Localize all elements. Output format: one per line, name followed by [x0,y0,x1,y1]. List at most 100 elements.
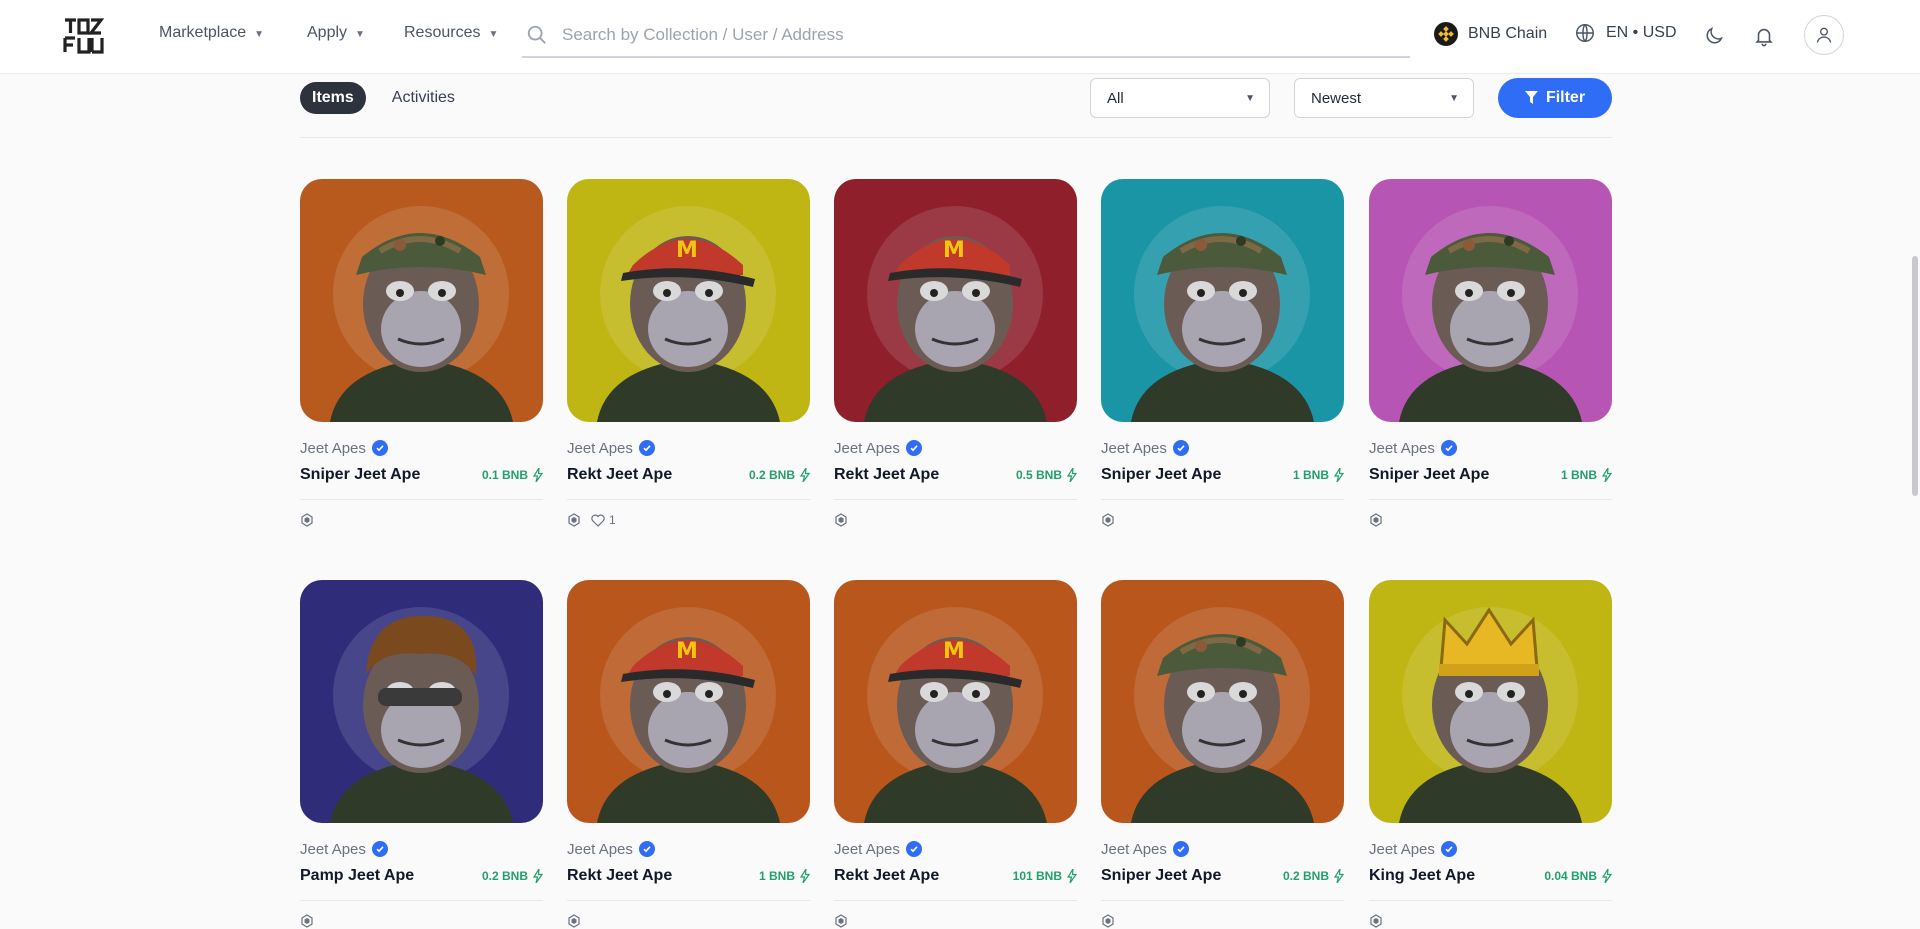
card-divider [300,499,543,500]
nft-name[interactable]: King Jeet Ape [1369,867,1475,885]
verified-badge-icon [905,440,922,456]
collection-name[interactable]: Jeet Apes [834,839,1077,859]
bnb-chain-icon [1370,914,1382,928]
search-input[interactable] [562,25,1382,45]
nav-marketplace[interactable]: Marketplace ▼ [159,24,264,42]
nft-price: 1 BNB [1561,468,1612,482]
collection-name[interactable]: Jeet Apes [567,839,810,859]
nft-name[interactable]: Sniper Jeet Ape [1369,466,1489,484]
tab-activities[interactable]: Activities [380,82,467,114]
chevron-down-icon: ▼ [355,28,365,40]
nft-name[interactable]: Rekt Jeet Ape [567,466,672,484]
svg-text:M: M [676,639,698,664]
collection-name[interactable]: Jeet Apes [300,839,543,859]
collection-name[interactable]: Jeet Apes [1101,438,1344,458]
chain-selector[interactable]: BNB Chain [1434,22,1547,46]
bnb-chain-icon [1434,22,1458,46]
card-divider [567,499,810,500]
top-navigation-bar: Marketplace ▼ Apply ▼ Resources ▼ BNB Ch… [0,0,1920,74]
lightning-icon [533,468,543,482]
nft-price: 0.2 BNB [1283,869,1344,883]
sort-select[interactable]: Newest ▼ [1294,78,1474,118]
language-currency-selector[interactable]: EN • USD [1574,22,1677,44]
filter-button[interactable]: Filter [1498,78,1612,118]
page-scrollbar[interactable] [1912,256,1918,496]
toolbar-divider [300,137,1612,138]
lightning-icon [1602,468,1612,482]
nav-resources[interactable]: Resources ▼ [404,24,498,42]
nft-image[interactable]: M [834,179,1077,422]
nft-image[interactable] [300,179,543,422]
nft-image[interactable] [1101,179,1344,422]
nft-image[interactable]: M [567,580,810,823]
collection-label: Jeet Apes [1101,840,1167,858]
price-value: 0.2 BNB [748,468,795,482]
nft-card[interactable]: Jeet Apes Sniper Jeet Ape 0.1 BNB [300,179,543,528]
card-divider [834,900,1077,901]
nav-apply-label: Apply [307,24,348,41]
notifications-button[interactable] [1750,22,1778,50]
like-button[interactable]: 1 [591,513,616,527]
nft-name[interactable]: Sniper Jeet Ape [300,466,420,484]
nft-name[interactable]: Rekt Jeet Ape [567,867,672,885]
lightning-icon [800,869,810,883]
collection-name[interactable]: Jeet Apes [834,438,1077,458]
nft-image[interactable] [1369,179,1612,422]
item-type-value: All [1107,89,1124,107]
nft-name[interactable]: Sniper Jeet Ape [1101,867,1221,885]
card-divider [300,900,543,901]
nft-card[interactable]: Jeet Apes King Jeet Ape 0.04 BNB [1369,580,1612,929]
collection-name[interactable]: Jeet Apes [300,438,543,458]
nft-image[interactable] [1101,580,1344,823]
collection-name[interactable]: Jeet Apes [1369,839,1612,859]
item-type-select[interactable]: All ▼ [1090,78,1270,118]
nft-name[interactable]: Rekt Jeet Ape [834,466,939,484]
svg-text:M: M [676,238,698,263]
card-divider [834,499,1077,500]
card-divider [1101,499,1344,500]
nft-card[interactable]: M Jeet Apes Rekt Jeet Ape 0.2 BNB 1 [567,179,810,528]
price-value: 0.2 BNB [481,869,528,883]
nft-price: 0.2 BNB [749,468,810,482]
collection-label: Jeet Apes [300,439,366,457]
collection-name[interactable]: Jeet Apes [1369,438,1612,458]
sort-value: Newest [1311,89,1362,107]
collection-name[interactable]: Jeet Apes [1101,839,1344,859]
nft-image[interactable] [1369,580,1612,823]
bnb-chain-icon [301,513,313,527]
verified-badge-icon [371,841,388,857]
nft-price: 1 BNB [759,869,810,883]
card-divider [1101,900,1344,901]
tab-items[interactable]: Items [300,82,366,114]
nft-name[interactable]: Rekt Jeet Ape [834,867,939,885]
nav-apply[interactable]: Apply ▼ [307,24,365,42]
nft-card[interactable]: Jeet Apes Pamp Jeet Ape 0.2 BNB [300,580,543,929]
verified-badge-icon [1172,440,1189,456]
user-icon [1816,27,1832,43]
collection-name[interactable]: Jeet Apes [567,438,810,458]
nft-card[interactable]: Jeet Apes Sniper Jeet Ape 1 BNB [1369,179,1612,528]
nft-image[interactable]: M [567,179,810,422]
bnb-chain-icon [835,513,847,527]
nft-image[interactable] [300,580,543,823]
nft-card[interactable]: Jeet Apes Sniper Jeet Ape 0.2 BNB [1101,580,1344,929]
nft-card[interactable]: M Jeet Apes Rekt Jeet Ape 0.5 BNB [834,179,1077,528]
nft-name[interactable]: Sniper Jeet Ape [1101,466,1221,484]
verified-badge-icon [1172,841,1189,857]
nft-card[interactable]: M Jeet Apes Rekt Jeet Ape 1 BNB [567,580,810,929]
nft-name[interactable]: Pamp Jeet Ape [300,867,414,885]
dark-mode-toggle[interactable] [1700,22,1728,50]
bnb-chain-icon [568,914,580,928]
nav-marketplace-label: Marketplace [159,24,247,41]
site-logo[interactable] [62,16,106,56]
card-divider [1369,900,1612,901]
nft-card[interactable]: Jeet Apes Sniper Jeet Ape 1 BNB [1101,179,1344,528]
nft-image[interactable]: M [834,580,1077,823]
nft-card[interactable]: M Jeet Apes Rekt Jeet Ape 101 BNB [834,580,1077,929]
nft-price: 1 BNB [1293,468,1344,482]
price-value: 0.1 BNB [481,468,528,482]
verified-badge-icon [371,440,388,456]
user-profile-button[interactable] [1804,15,1844,55]
nft-price: 0.2 BNB [482,869,543,883]
collection-label: Jeet Apes [834,439,900,457]
